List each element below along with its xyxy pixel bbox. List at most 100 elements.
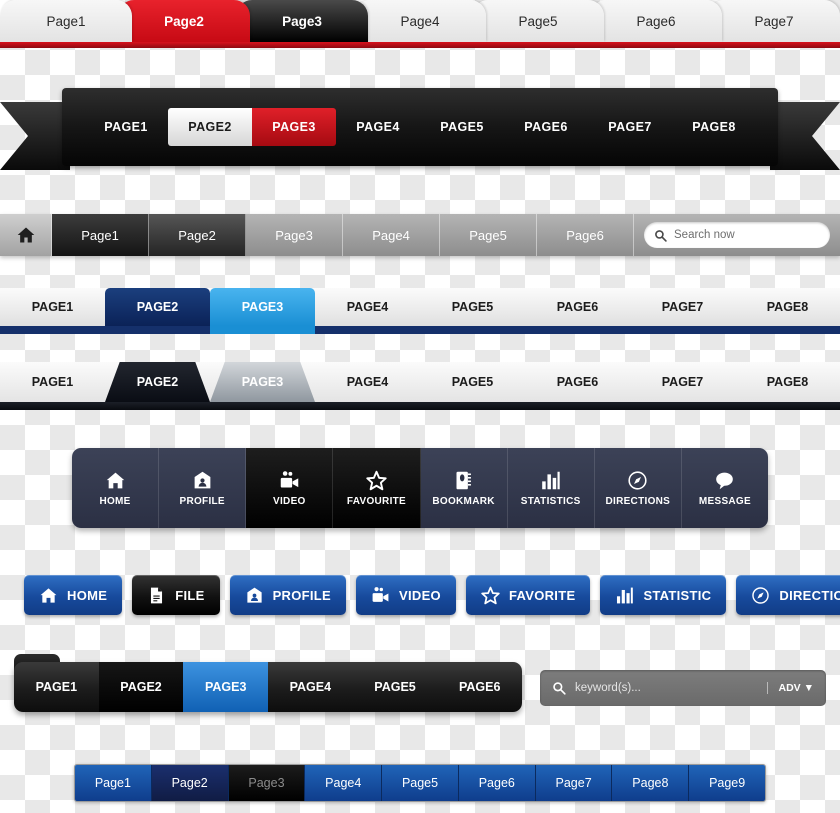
dark-tab-page2[interactable]: PAGE2: [105, 362, 210, 402]
tab-page4[interactable]: Page4: [354, 0, 486, 42]
search-input[interactable]: Search now: [644, 222, 830, 248]
blue-tab-page4[interactable]: PAGE4: [315, 288, 420, 326]
dark-tab-page7[interactable]: PAGE7: [630, 362, 735, 402]
pagination-page3[interactable]: Page3: [228, 765, 306, 801]
ribbon-item-page8[interactable]: PAGE8: [672, 108, 756, 146]
blue-tab-bar: PAGE1 PAGE2 PAGE3 PAGE4 PAGE5 PAGE6 PAGE…: [0, 288, 840, 334]
icon-nav-item-home[interactable]: HOME: [72, 448, 160, 528]
pagination-page9[interactable]: Page9: [689, 765, 765, 801]
gray-item-page1[interactable]: Page1: [52, 214, 149, 256]
tab-label: PAGE3: [241, 375, 284, 389]
tab-label: PAGE5: [451, 300, 494, 314]
gray-item-page4[interactable]: Page4: [343, 214, 440, 256]
pagination-page4[interactable]: Page4: [305, 765, 383, 801]
ribbon-item-page5[interactable]: PAGE5: [420, 108, 504, 146]
ribbon-label: PAGE8: [692, 120, 736, 134]
tab-page3[interactable]: Page3: [236, 0, 368, 42]
tab-label: PAGE4: [346, 375, 389, 389]
home-icon: [40, 587, 57, 603]
tab-page1[interactable]: Page1: [0, 0, 132, 42]
home-button[interactable]: [0, 214, 52, 256]
favorite-button[interactable]: FAVORITE: [465, 575, 591, 615]
ribbon-label: PAGE4: [356, 120, 400, 134]
blue-underline: [0, 326, 840, 334]
tab-label: PAGE2: [136, 375, 179, 389]
blue-tab-page5[interactable]: PAGE5: [420, 288, 525, 326]
dark-tab-page4[interactable]: PAGE4: [315, 362, 420, 402]
page-label: Page7: [555, 776, 592, 790]
rounded-black-bar: PAGE1 PAGE2 PAGE3 PAGE4 PAGE5 PAGE6 keyw…: [0, 650, 840, 712]
gray-item-page3[interactable]: Page3: [246, 214, 343, 256]
pagination-page1[interactable]: Page1: [75, 765, 152, 801]
adv-dropdown[interactable]: ADV ▼: [766, 682, 814, 694]
ribbon-item-page2[interactable]: PAGE2: [168, 108, 252, 146]
button-label: PROFILE: [272, 587, 332, 603]
video-button[interactable]: VIDEO: [356, 575, 456, 615]
keyword-search-box[interactable]: keyword(s)... ADV ▼: [540, 670, 826, 706]
rounded-page2[interactable]: PAGE2: [98, 662, 184, 712]
gray-item-label: Page2: [178, 227, 216, 243]
tab-page6[interactable]: Page6: [590, 0, 722, 42]
pagination-page2[interactable]: Page2: [151, 765, 229, 801]
pagination-page8[interactable]: Page8: [612, 765, 690, 801]
gray-item-page6[interactable]: Page6: [537, 214, 634, 256]
tab-label: PAGE2: [136, 300, 179, 314]
profile-button[interactable]: PROFILE: [229, 575, 347, 615]
dark-tab-page1[interactable]: PAGE1: [0, 362, 105, 402]
ribbon-item-page3[interactable]: PAGE3: [252, 108, 336, 146]
tab-page2[interactable]: Page2: [118, 0, 250, 42]
ribbon-item-page4[interactable]: PAGE4: [336, 108, 420, 146]
icon-nav-panel: HOME PROFILE VIDEO FAVOURITE BOOKMARK ST…: [72, 448, 768, 528]
file-button[interactable]: FILE: [132, 575, 220, 615]
icon-nav-label: STATISTICS: [520, 495, 581, 507]
home-icon: [17, 227, 34, 243]
dark-tab-page3[interactable]: PAGE3: [210, 362, 315, 402]
icon-nav-item-statistics[interactable]: STATISTICS: [507, 448, 595, 528]
icon-nav-item-profile[interactable]: PROFILE: [159, 448, 247, 528]
icon-nav-item-video[interactable]: VIDEO: [246, 448, 334, 528]
dark-underline: [0, 402, 840, 410]
tab-page7[interactable]: Page7: [708, 0, 840, 42]
icon-nav-item-directions[interactable]: DIRECTIONS: [594, 448, 682, 528]
direction-button[interactable]: DIRECTION: [736, 575, 840, 615]
rounded-page3[interactable]: PAGE3: [183, 662, 269, 712]
blue-tab-page6[interactable]: PAGE6: [525, 288, 630, 326]
ribbon-item-page1[interactable]: PAGE1: [84, 108, 168, 146]
blue-tab-page3[interactable]: PAGE3: [210, 288, 315, 326]
red-underline: [0, 42, 840, 48]
statistic-button[interactable]: STATISTIC: [600, 575, 727, 615]
tab-label: Page2: [164, 13, 204, 29]
gray-item-label: Page5: [469, 227, 507, 243]
document-icon: [151, 587, 163, 603]
rounded-page5[interactable]: PAGE5: [353, 662, 438, 712]
blue-tab-page2[interactable]: PAGE2: [105, 288, 210, 326]
rounded-page6[interactable]: PAGE6: [437, 662, 522, 712]
icon-nav-item-message[interactable]: MESSAGE: [681, 448, 768, 528]
ribbon-item-page6[interactable]: PAGE6: [504, 108, 588, 146]
dark-tab-page6[interactable]: PAGE6: [525, 362, 630, 402]
tab-page5[interactable]: Page5: [472, 0, 604, 42]
icon-nav-item-favourite[interactable]: FAVOURITE: [333, 448, 421, 528]
dark-tab-page8[interactable]: PAGE8: [735, 362, 840, 402]
blue-tab-page7[interactable]: PAGE7: [630, 288, 735, 326]
rounded-page1[interactable]: PAGE1: [14, 662, 99, 712]
pagination-page6[interactable]: Page6: [458, 765, 536, 801]
tab-label: PAGE8: [766, 300, 809, 314]
pagination-page7[interactable]: Page7: [535, 765, 613, 801]
button-label: STATISTIC: [643, 587, 712, 603]
gray-item-page5[interactable]: Page5: [440, 214, 537, 256]
gray-nav-bar: Page1 Page2 Page3 Page4 Page5 Page6 Sear…: [0, 214, 840, 256]
icon-nav-item-bookmark[interactable]: BOOKMARK: [420, 448, 508, 528]
button-label: VIDEO: [399, 587, 441, 603]
icon-nav-label: BOOKMARK: [432, 495, 495, 507]
pagination-page5[interactable]: Page5: [382, 765, 459, 801]
icon-nav-bar: HOME PROFILE VIDEO FAVOURITE BOOKMARK ST…: [0, 448, 840, 532]
blue-tab-page8[interactable]: PAGE8: [735, 288, 840, 326]
underline-segment: [105, 326, 210, 334]
home-button[interactable]: HOME: [24, 575, 123, 615]
ribbon-item-page7[interactable]: PAGE7: [588, 108, 672, 146]
gray-item-page2[interactable]: Page2: [149, 214, 246, 256]
dark-tab-page5[interactable]: PAGE5: [420, 362, 525, 402]
blue-tab-page1[interactable]: PAGE1: [0, 288, 105, 326]
rounded-page4[interactable]: PAGE4: [268, 662, 353, 712]
